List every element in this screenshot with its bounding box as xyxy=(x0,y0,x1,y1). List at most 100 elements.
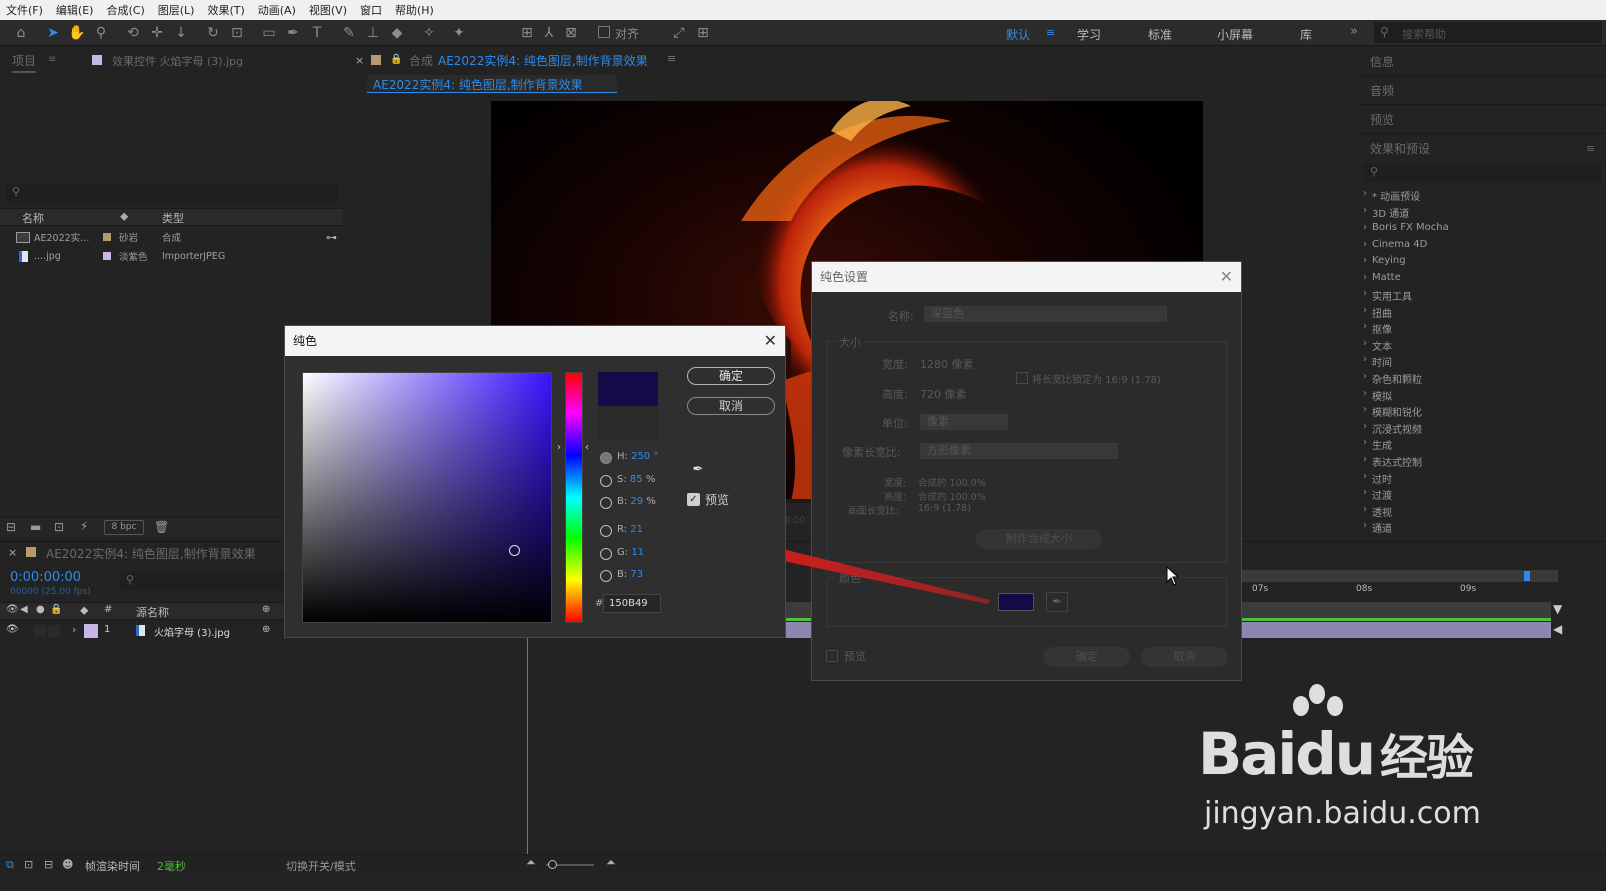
panel-effects-presets[interactable]: 效果和预设 xyxy=(1370,140,1430,157)
close-tab-icon[interactable]: × xyxy=(355,54,364,67)
g-radio[interactable] xyxy=(600,548,612,560)
new-folder-icon[interactable]: ▬ xyxy=(30,520,41,534)
type-tool-icon[interactable]: T xyxy=(308,24,326,42)
users-icon[interactable]: ☻ xyxy=(62,858,73,871)
solo-box[interactable] xyxy=(34,625,46,637)
workspace-menu-icon[interactable]: ≡ xyxy=(1046,26,1055,39)
h-field[interactable]: H: 250 ° xyxy=(617,451,658,462)
height-value[interactable]: 720 像素 xyxy=(920,386,967,402)
effects-search-input[interactable]: ⚲ xyxy=(1364,164,1602,182)
menu-view[interactable]: 视图(V) xyxy=(309,2,347,18)
work-area-end-handle[interactable] xyxy=(1524,571,1530,581)
color-picker-handle[interactable] xyxy=(509,545,520,556)
effects-category[interactable]: Cinema 4D xyxy=(1363,239,1427,250)
work-area-bar[interactable] xyxy=(1240,570,1558,582)
panel-info[interactable]: 信息 xyxy=(1370,53,1394,70)
menu-file[interactable]: 文件(F) xyxy=(6,2,43,18)
panel-menu-icon[interactable]: ≡ xyxy=(48,54,56,65)
dolly-tool-icon[interactable]: ↓ xyxy=(172,24,190,42)
blue-field[interactable]: B: 73 xyxy=(617,569,643,580)
puppet-pin-icon[interactable]: ✦ xyxy=(450,24,468,42)
project-search-input[interactable]: ⚲ xyxy=(6,183,338,203)
effects-category[interactable]: 扭曲 xyxy=(1363,305,1392,320)
menu-animation[interactable]: 动画(A) xyxy=(258,2,296,18)
panel-preview[interactable]: 预览 xyxy=(1370,111,1394,128)
hex-input[interactable]: 150B49 xyxy=(603,594,661,613)
current-time-indicator[interactable] xyxy=(527,638,528,858)
roto-brush-icon[interactable]: ✧ xyxy=(420,24,438,42)
lock-icon[interactable]: 🔒 xyxy=(50,604,62,615)
workspace-default[interactable]: 默认 xyxy=(1006,26,1030,43)
switches-icon[interactable]: ⊕ xyxy=(262,604,270,615)
eye-icon[interactable]: 👁 xyxy=(6,604,19,615)
effects-category[interactable]: 抠像 xyxy=(1363,321,1392,336)
audio-icon[interactable]: ◀ xyxy=(20,604,28,615)
label-swatch[interactable] xyxy=(84,624,98,638)
selection-tool-icon[interactable]: ➤ xyxy=(44,24,62,42)
column-type[interactable]: 类型 xyxy=(162,210,184,226)
blue-value[interactable]: 73 xyxy=(630,569,643,580)
preview-checkbox[interactable] xyxy=(826,650,838,662)
effects-category[interactable]: 生成 xyxy=(1363,437,1392,452)
label-tag-icon[interactable]: ⬥ xyxy=(80,603,88,618)
menu-window[interactable]: 窗口 xyxy=(360,2,382,18)
layer-row[interactable]: 👁 › 1 火焰字母 (3).jpg ⊕ xyxy=(0,622,290,640)
rotate-tool-icon[interactable]: ↻ xyxy=(204,24,222,42)
project-item-comp[interactable]: AE2022实... 砂岩 合成 ⊶ xyxy=(0,228,343,246)
bit-depth-button[interactable]: 8 bpc xyxy=(104,520,144,535)
effects-category[interactable]: 模糊和锐化 xyxy=(1363,404,1422,419)
brush-tool-icon[interactable]: ✎ xyxy=(340,24,358,42)
workspace-standard[interactable]: 标准 xyxy=(1148,26,1172,43)
preview-checkbox[interactable]: ✓ xyxy=(687,493,700,506)
width-value[interactable]: 1280 像素 xyxy=(920,356,974,372)
interpret-footage-icon[interactable]: ⊟ xyxy=(6,520,16,534)
r-field[interactable]: R: 21 xyxy=(617,524,643,535)
close-tab-icon[interactable]: × xyxy=(8,546,17,559)
ok-button[interactable]: 确定 xyxy=(1043,647,1130,667)
effects-category[interactable]: 杂色和颗粒 xyxy=(1363,371,1422,386)
pan-tool-icon[interactable]: ✛ xyxy=(148,24,166,42)
chevron-right-icon[interactable]: › xyxy=(72,623,76,636)
trash-icon[interactable]: 🗑 xyxy=(154,520,169,534)
toggle-switches-modes[interactable]: 切换开关/模式 xyxy=(286,858,356,874)
home-icon[interactable]: ⌂ xyxy=(12,24,30,42)
graph-icon[interactable]: ⊟ xyxy=(44,858,53,871)
effects-category[interactable]: Boris FX Mocha xyxy=(1363,222,1449,233)
workspace-learn[interactable]: 学习 xyxy=(1077,26,1101,43)
zoom-slider[interactable] xyxy=(546,860,594,869)
snapping-icon[interactable]: ⊞ xyxy=(518,24,536,42)
label-swatch[interactable] xyxy=(103,252,111,260)
saturation-brightness-field[interactable] xyxy=(302,372,552,623)
effects-category[interactable]: * 动画预设 xyxy=(1363,188,1420,203)
lock-aspect-checkbox[interactable] xyxy=(1016,372,1028,384)
workspace-libraries[interactable]: 库 xyxy=(1300,26,1312,43)
panel-menu-icon[interactable]: ≡ xyxy=(1586,142,1595,155)
r-radio[interactable] xyxy=(600,525,612,537)
pixel-aspect-select[interactable]: 方形像素 xyxy=(920,443,1118,459)
effects-category[interactable]: 通道 xyxy=(1363,520,1392,535)
b-radio[interactable] xyxy=(600,497,612,509)
panel-menu-icon[interactable]: ≡ xyxy=(667,52,676,65)
lock-box[interactable] xyxy=(48,625,60,637)
grid-icon[interactable]: ⊠ xyxy=(562,24,580,42)
close-icon[interactable]: ✕ xyxy=(1220,262,1233,292)
orbit-tool-icon[interactable]: ⟲ xyxy=(124,24,142,42)
comp-breadcrumb[interactable]: AE2022实例4: 纯色图层,制作背景效果 xyxy=(367,75,617,93)
menu-edit[interactable]: 编辑(E) xyxy=(56,2,94,18)
comp-tab-title[interactable]: AE2022实例4: 纯色图层,制作背景效果 xyxy=(438,52,648,69)
effects-category[interactable]: 时间 xyxy=(1363,354,1392,369)
hand-tool-icon[interactable]: ✋ xyxy=(68,24,86,42)
clone-stamp-icon[interactable]: ⊥ xyxy=(364,24,382,42)
zoom-tool-icon[interactable]: ⚲ xyxy=(92,24,110,42)
g-field[interactable]: G: 11 xyxy=(617,547,644,558)
label-swatch[interactable] xyxy=(103,233,111,241)
tab-effect-controls[interactable]: 效果控件 火焰字母 (3).jpg xyxy=(112,53,243,69)
timeline-search-input[interactable]: ⚲ xyxy=(120,572,290,590)
solo-icon[interactable]: ● xyxy=(36,604,45,615)
hue-slider[interactable] xyxy=(565,372,583,623)
ok-button[interactable]: 确定 xyxy=(687,367,775,385)
new-composition-icon[interactable]: ⊡ xyxy=(54,520,64,534)
effects-category[interactable]: 实用工具 xyxy=(1363,288,1412,303)
cancel-button[interactable]: 取消 xyxy=(687,397,775,415)
layer-name[interactable]: 火焰字母 (3).jpg xyxy=(154,624,230,639)
